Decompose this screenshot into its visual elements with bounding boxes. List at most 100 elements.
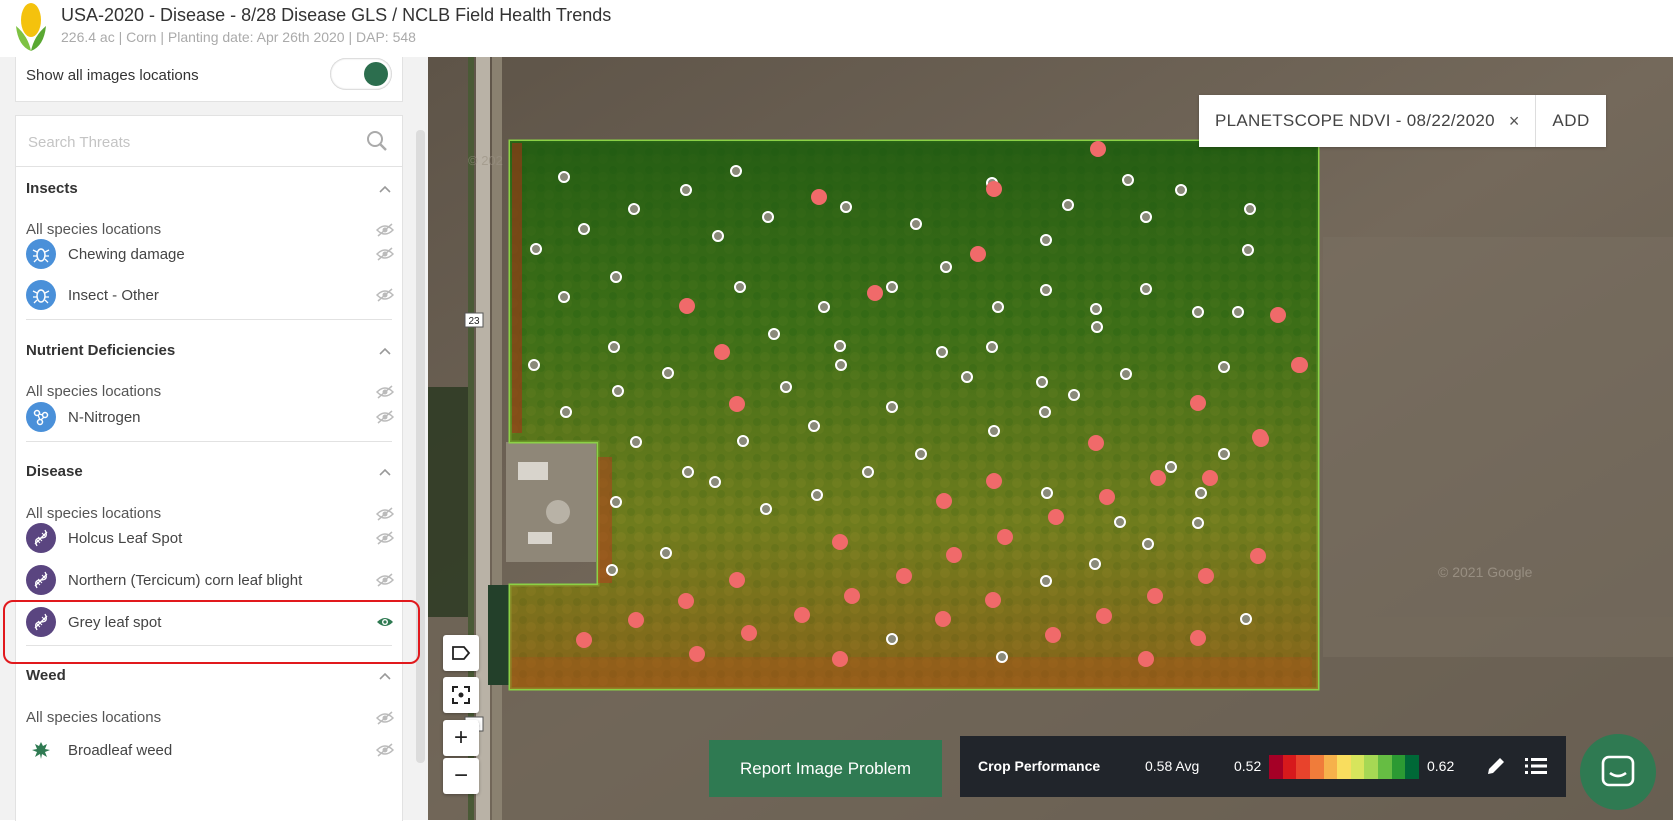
image-location-marker[interactable] bbox=[682, 466, 694, 478]
grey-leaf-spot-marker[interactable] bbox=[986, 473, 1002, 489]
image-location-marker[interactable] bbox=[1218, 448, 1230, 460]
grey-leaf-spot-marker[interactable] bbox=[576, 632, 592, 648]
list-item[interactable]: Holcus Leaf Spot bbox=[26, 523, 386, 555]
image-location-marker[interactable] bbox=[1140, 283, 1152, 295]
image-location-marker[interactable] bbox=[1040, 234, 1052, 246]
add-layer-button[interactable]: ADD bbox=[1535, 95, 1605, 147]
grey-leaf-spot-marker[interactable] bbox=[867, 285, 883, 301]
list-item[interactable]: Northern (Tercicum) corn leaf blight bbox=[26, 565, 386, 597]
image-location-marker[interactable] bbox=[1240, 613, 1252, 625]
image-location-marker[interactable] bbox=[988, 425, 1000, 437]
grey-leaf-spot-marker[interactable] bbox=[1190, 630, 1206, 646]
image-location-marker[interactable] bbox=[1232, 306, 1244, 318]
image-location-marker[interactable] bbox=[834, 340, 846, 352]
image-location-marker[interactable] bbox=[940, 261, 952, 273]
image-location-marker[interactable] bbox=[936, 346, 948, 358]
image-location-marker[interactable] bbox=[886, 281, 898, 293]
grey-leaf-spot-marker[interactable] bbox=[628, 612, 644, 628]
image-location-marker[interactable] bbox=[1242, 244, 1254, 256]
image-location-marker[interactable] bbox=[612, 385, 624, 397]
grey-leaf-spot-marker[interactable] bbox=[811, 189, 827, 205]
image-location-marker[interactable] bbox=[606, 564, 618, 576]
grey-leaf-spot-marker[interactable] bbox=[946, 547, 962, 563]
search-icon[interactable] bbox=[366, 130, 388, 152]
image-location-marker[interactable] bbox=[996, 651, 1008, 663]
image-location-marker[interactable] bbox=[1175, 184, 1187, 196]
grey-leaf-spot-marker[interactable] bbox=[794, 607, 810, 623]
image-location-marker[interactable] bbox=[886, 633, 898, 645]
image-location-marker[interactable] bbox=[558, 291, 570, 303]
report-image-problem-button[interactable]: Report Image Problem bbox=[709, 740, 942, 797]
image-location-marker[interactable] bbox=[528, 359, 540, 371]
image-location-marker[interactable] bbox=[1062, 199, 1074, 211]
grey-leaf-spot-marker[interactable] bbox=[986, 181, 1002, 197]
image-location-marker[interactable] bbox=[1195, 487, 1207, 499]
list-item[interactable]: Chewing damage bbox=[26, 239, 386, 271]
zoom-out-button[interactable]: − bbox=[443, 758, 479, 794]
image-location-marker[interactable] bbox=[662, 367, 674, 379]
image-location-marker[interactable] bbox=[986, 341, 998, 353]
grey-leaf-spot-marker[interactable] bbox=[1250, 548, 1266, 564]
image-location-marker[interactable] bbox=[1192, 306, 1204, 318]
eye-off-icon[interactable] bbox=[376, 531, 394, 545]
chat-button[interactable] bbox=[1580, 734, 1656, 810]
grey-leaf-spot-marker[interactable] bbox=[1150, 470, 1166, 486]
image-location-marker[interactable] bbox=[560, 406, 572, 418]
chevron-up-icon[interactable] bbox=[378, 671, 392, 681]
grey-leaf-spot-marker[interactable] bbox=[1099, 489, 1115, 505]
eye-off-icon[interactable] bbox=[376, 507, 394, 521]
grey-leaf-spot-marker[interactable] bbox=[679, 298, 695, 314]
image-location-marker[interactable] bbox=[1068, 389, 1080, 401]
grey-leaf-spot-marker[interactable] bbox=[832, 534, 848, 550]
image-location-marker[interactable] bbox=[768, 328, 780, 340]
image-location-marker[interactable] bbox=[811, 489, 823, 501]
grey-leaf-spot-marker[interactable] bbox=[1090, 141, 1106, 157]
satellite-map[interactable]: 23 23 © 202 © 2021 Google bbox=[428, 57, 1673, 820]
image-location-marker[interactable] bbox=[628, 203, 640, 215]
image-location-marker[interactable] bbox=[762, 211, 774, 223]
image-location-marker[interactable] bbox=[862, 466, 874, 478]
image-location-marker[interactable] bbox=[730, 165, 742, 177]
image-location-marker[interactable] bbox=[1091, 321, 1103, 333]
image-location-marker[interactable] bbox=[961, 371, 973, 383]
close-icon[interactable]: × bbox=[1509, 111, 1536, 132]
grey-leaf-spot-marker[interactable] bbox=[1190, 395, 1206, 411]
grey-leaf-spot-marker[interactable] bbox=[729, 572, 745, 588]
image-location-marker[interactable] bbox=[835, 359, 847, 371]
image-location-marker[interactable] bbox=[1114, 516, 1126, 528]
grey-leaf-spot-marker[interactable] bbox=[985, 592, 1001, 608]
list-item[interactable]: Insect - Other bbox=[26, 280, 386, 312]
grey-leaf-spot-marker[interactable] bbox=[741, 625, 757, 641]
image-location-marker[interactable] bbox=[558, 171, 570, 183]
sidebar-scrollbar[interactable] bbox=[416, 130, 425, 763]
eye-off-icon[interactable] bbox=[376, 247, 394, 261]
chevron-up-icon[interactable] bbox=[378, 467, 392, 477]
grey-leaf-spot-marker[interactable] bbox=[1198, 568, 1214, 584]
eye-off-icon[interactable] bbox=[376, 743, 394, 757]
image-location-marker[interactable] bbox=[1244, 203, 1256, 215]
zoom-in-button[interactable]: + bbox=[443, 720, 479, 756]
image-location-marker[interactable] bbox=[1036, 376, 1048, 388]
grey-leaf-spot-marker[interactable] bbox=[1292, 357, 1308, 373]
grey-leaf-spot-marker[interactable] bbox=[1202, 470, 1218, 486]
grey-leaf-spot-marker[interactable] bbox=[832, 651, 848, 667]
image-location-marker[interactable] bbox=[1142, 538, 1154, 550]
image-location-marker[interactable] bbox=[915, 448, 927, 460]
image-location-marker[interactable] bbox=[734, 281, 746, 293]
grey-leaf-spot-marker[interactable] bbox=[1147, 588, 1163, 604]
chevron-up-icon[interactable] bbox=[378, 184, 392, 194]
fit-bounds-button[interactable] bbox=[443, 677, 479, 713]
image-location-marker[interactable] bbox=[712, 230, 724, 242]
list-item[interactable]: Broadleaf weed bbox=[26, 735, 386, 767]
image-location-marker[interactable] bbox=[760, 503, 772, 515]
eye-off-icon[interactable] bbox=[376, 410, 394, 424]
image-location-marker[interactable] bbox=[608, 341, 620, 353]
image-location-marker[interactable] bbox=[840, 201, 852, 213]
pencil-icon[interactable] bbox=[1485, 755, 1507, 777]
grey-leaf-spot-marker[interactable] bbox=[997, 529, 1013, 545]
image-location-marker[interactable] bbox=[1040, 284, 1052, 296]
grey-leaf-spot-marker[interactable] bbox=[936, 493, 952, 509]
list-item[interactable]: N-Nitrogen bbox=[26, 402, 386, 434]
eye-off-icon[interactable] bbox=[376, 573, 394, 587]
eye-off-icon[interactable] bbox=[376, 288, 394, 302]
